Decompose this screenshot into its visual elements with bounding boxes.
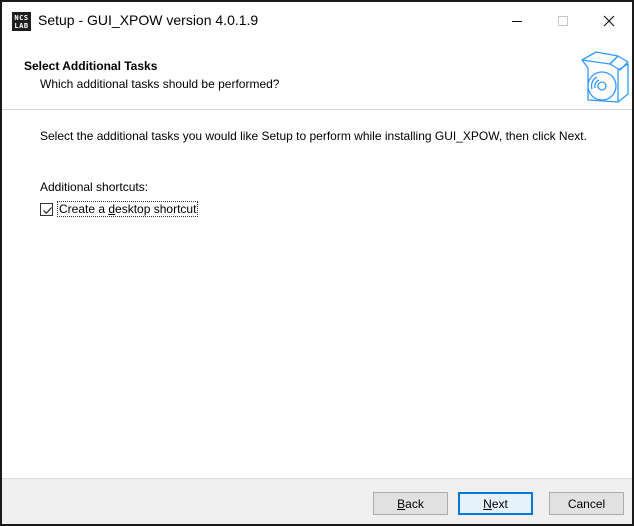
maximize-icon <box>558 16 568 26</box>
setup-window: NCS LAB Setup - GUI_XPOW version 4.0.1.9… <box>0 0 634 526</box>
desktop-shortcut-label-post: esktop shortcut <box>115 202 197 216</box>
instructions-text: Select the additional tasks you would li… <box>40 129 587 143</box>
page-title: Select Additional Tasks <box>24 59 158 73</box>
desktop-shortcut-label-pre: Create a <box>59 202 109 216</box>
checkmark-icon <box>43 206 52 214</box>
back-button-rest: ack <box>405 496 424 511</box>
close-button[interactable] <box>586 2 632 40</box>
wizard-footer: Back Next Cancel <box>2 478 632 524</box>
close-icon <box>603 15 615 27</box>
wizard-header: Select Additional Tasks Which additional… <box>2 40 632 110</box>
app-icon: NCS LAB <box>12 12 31 31</box>
title-bar[interactable]: NCS LAB Setup - GUI_XPOW version 4.0.1.9 <box>2 2 632 40</box>
next-button[interactable]: Next <box>458 492 533 515</box>
next-button-rest: ext <box>491 496 508 511</box>
desktop-shortcut-checkbox[interactable] <box>40 202 53 216</box>
app-icon-text-top: NCS <box>14 13 29 22</box>
maximize-button <box>540 2 586 40</box>
setup-box-cd-icon <box>581 51 629 103</box>
page-subtitle: Which additional tasks should be perform… <box>40 77 280 91</box>
additional-shortcuts-label: Additional shortcuts: <box>40 180 149 194</box>
desktop-shortcut-option[interactable]: Create a desktop shortcut <box>40 201 199 217</box>
minimize-button[interactable] <box>494 2 540 40</box>
app-icon-text-bottom: LAB <box>14 21 29 30</box>
minimize-icon <box>512 20 522 22</box>
back-button[interactable]: Back <box>373 492 448 515</box>
desktop-shortcut-label[interactable]: Create a desktop shortcut <box>56 201 199 217</box>
next-button-accel: N <box>483 496 492 511</box>
window-title: Setup - GUI_XPOW version 4.0.1.9 <box>38 12 259 28</box>
back-button-accel: B <box>397 496 406 511</box>
cancel-button[interactable]: Cancel <box>549 492 624 515</box>
